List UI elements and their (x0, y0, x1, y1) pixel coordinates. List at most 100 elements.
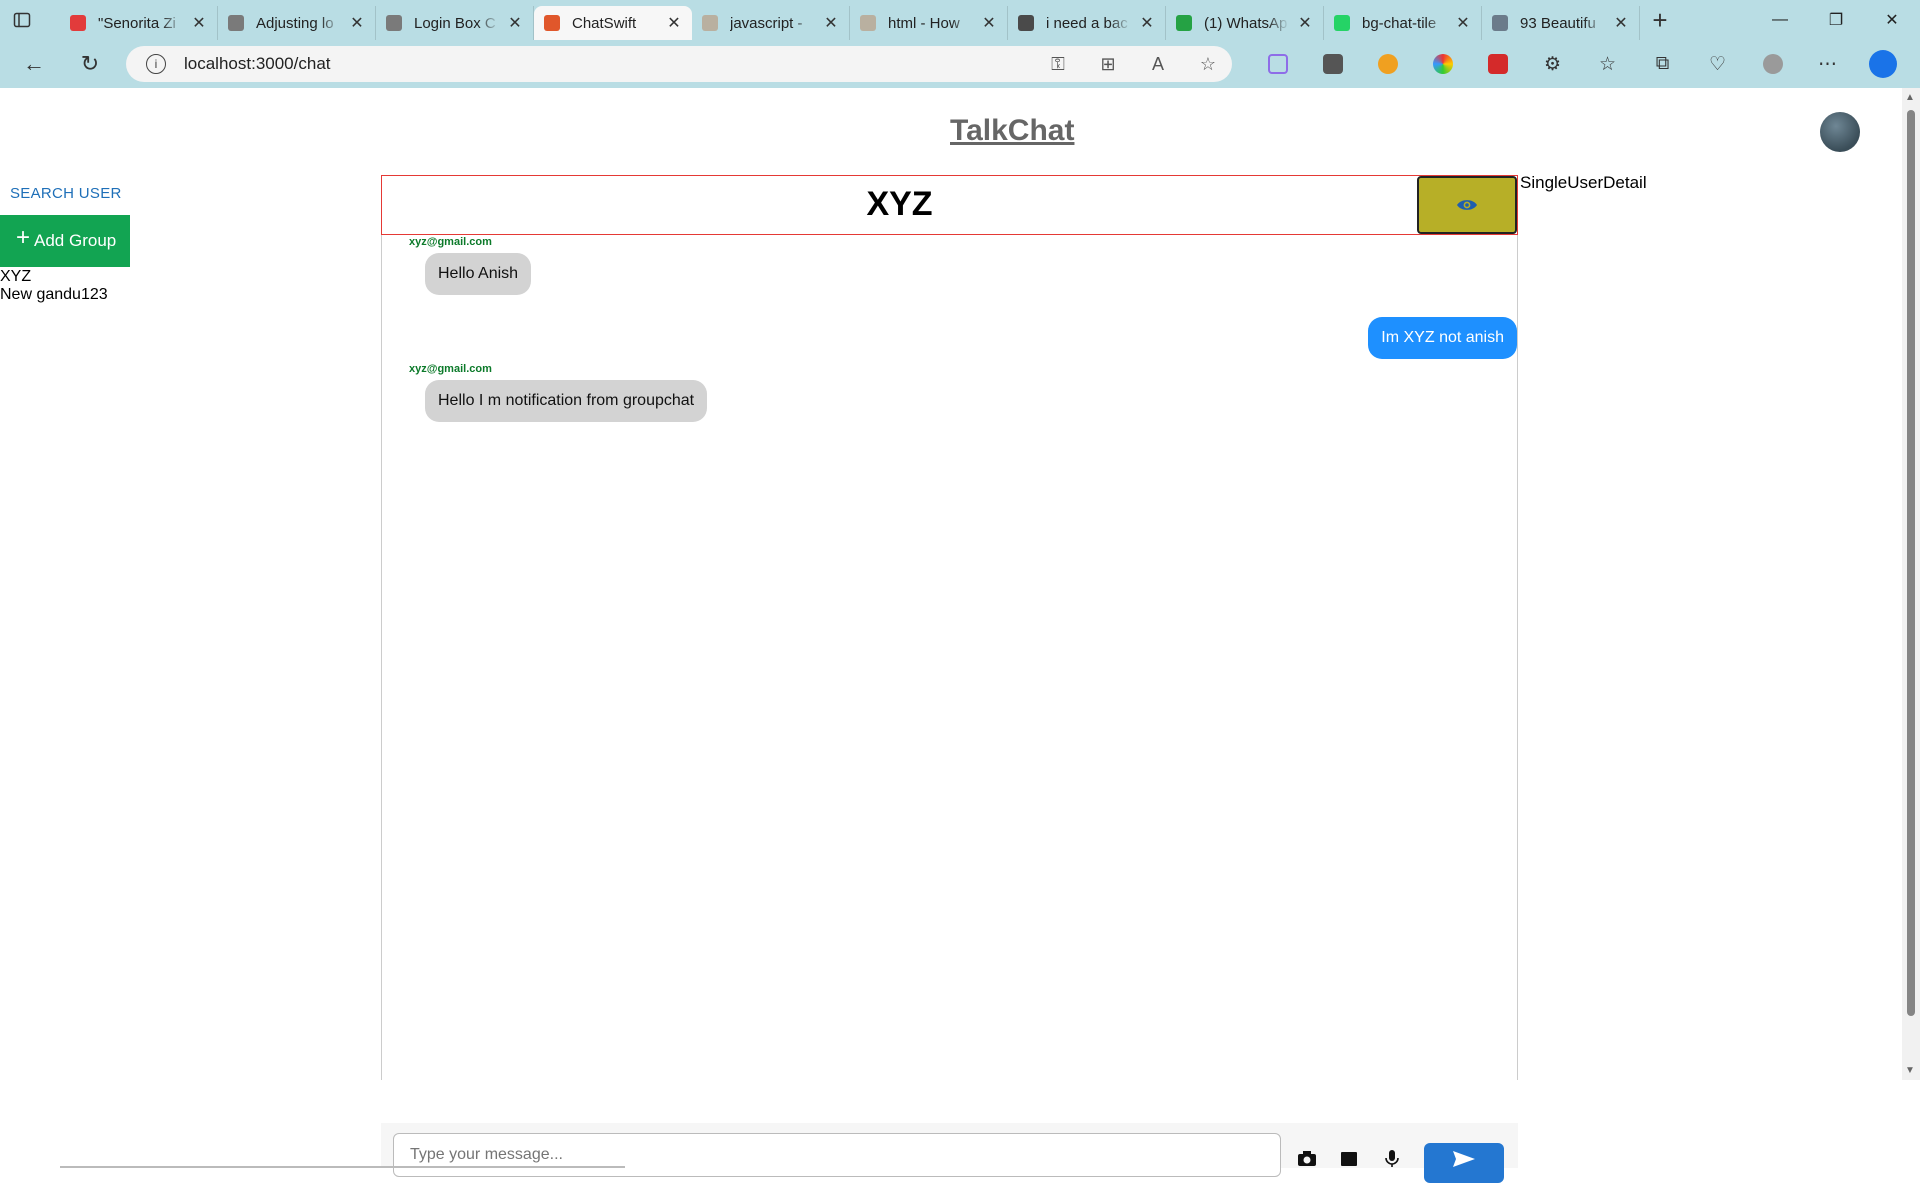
browser-tab-strip: "Senorita Zi ✕ Adjusting lo ✕ Login Box C ✕ Ch… (0, 0, 1920, 40)
extension-icon[interactable] (1360, 54, 1415, 74)
browser-tab[interactable]: Login Box C ✕ (376, 6, 534, 40)
user-avatar[interactable] (1820, 112, 1860, 152)
browser-tab[interactable]: Adjusting lo ✕ (218, 6, 376, 40)
message-sender: xyz@gmail.com (409, 363, 492, 375)
close-tab-icon[interactable]: ✕ (1139, 13, 1155, 33)
send-button[interactable] (1424, 1143, 1504, 1183)
tab-title: html - How (888, 14, 960, 32)
chat-list-item[interactable]: XYZ (0, 268, 108, 286)
close-tab-icon[interactable]: ✕ (191, 13, 207, 33)
close-tab-icon[interactable]: ✕ (349, 13, 365, 33)
site-info-icon[interactable]: i (146, 54, 166, 74)
window-controls: — ❐ ✕ (1752, 0, 1920, 40)
pdf-extension-icon[interactable] (1470, 54, 1525, 74)
chat-list-item[interactable]: New gandu123 (0, 286, 108, 304)
favorites-icon[interactable]: ☆ (1580, 53, 1635, 76)
add-group-button[interactable]: + Add Group (0, 215, 130, 267)
chat-list: XYZ New gandu123 (0, 268, 108, 304)
back-icon[interactable]: ← (12, 44, 56, 84)
tab-favicon-icon (860, 15, 876, 31)
close-window-icon[interactable]: ✕ (1864, 0, 1920, 40)
performance-icon[interactable]: ♡ (1690, 53, 1745, 76)
tab-title: i need a bac (1046, 14, 1128, 32)
page-content: TalkChat SEARCH USER + Add Group XYZ New… (0, 88, 1902, 1183)
tab-actions-button[interactable] (0, 0, 44, 40)
plus-icon: + (16, 224, 31, 251)
extension-icon[interactable] (1250, 54, 1305, 74)
scroll-up-icon[interactable]: ▲ (1905, 92, 1915, 103)
refresh-icon[interactable]: ↻ (68, 44, 112, 84)
browser-tab[interactable]: html - How ✕ (850, 6, 1008, 40)
browser-tab[interactable]: (1) WhatsAp ✕ (1166, 6, 1324, 40)
eye-icon (1457, 200, 1477, 210)
close-tab-icon[interactable]: ✕ (1455, 13, 1471, 33)
tab-title: bg-chat-tile (1362, 14, 1437, 32)
send-icon (1453, 1150, 1475, 1167)
chat-recipient-name: XYZ (866, 185, 933, 223)
tab-title: Login Box C (414, 14, 496, 32)
minimize-icon[interactable]: — (1752, 0, 1808, 40)
tab-title: (1) WhatsAp (1204, 14, 1288, 32)
copilot-icon[interactable] (1855, 50, 1910, 78)
tab-favicon-icon (544, 15, 560, 31)
profile-icon[interactable] (1745, 54, 1800, 74)
browser-tab[interactable]: ChatSwift ✕ (534, 6, 692, 40)
browser-tab[interactable]: "Senorita Zi ✕ (60, 6, 218, 40)
message-sender: xyz@gmail.com (409, 236, 492, 248)
tab-actions-icon (13, 12, 31, 28)
tab-favicon-icon (1334, 15, 1350, 31)
tab-favicon-icon (228, 15, 244, 31)
scrollbar-thumb[interactable] (1907, 110, 1915, 1016)
close-tab-icon[interactable]: ✕ (823, 13, 839, 33)
favorite-star-icon[interactable]: ☆ (1194, 54, 1222, 75)
tab-favicon-icon (702, 15, 718, 31)
view-profile-button[interactable] (1417, 176, 1517, 234)
close-tab-icon[interactable]: ✕ (981, 13, 997, 33)
microphone-icon[interactable] (1381, 1148, 1403, 1168)
read-aloud-icon[interactable]: A (1144, 54, 1172, 75)
tabs-container: "Senorita Zi ✕ Adjusting lo ✕ Login Box C ✕ Ch… (60, 0, 1640, 40)
tab-title: javascript - (730, 14, 803, 32)
add-group-label: Add Group (34, 231, 117, 250)
tab-favicon-icon (70, 15, 86, 31)
camera-icon[interactable] (1296, 1148, 1318, 1168)
message-input[interactable] (393, 1133, 1281, 1177)
chat-panel (381, 175, 1518, 1080)
extensions-area: ⚙ ☆ ⧉ ♡ ⋯ (1250, 40, 1910, 88)
app-available-icon[interactable]: ⊞ (1094, 54, 1122, 75)
outgoing-message-bubble: Im XYZ not anish (1368, 317, 1517, 359)
page-scrollbar[interactable]: ▲ ▼ (1902, 88, 1920, 1080)
extension-off-icon[interactable] (1305, 54, 1360, 74)
tab-favicon-icon (386, 15, 402, 31)
tab-title: 93 Beautifu (1520, 14, 1596, 32)
incoming-message-bubble: Hello I m notification from groupchat (425, 380, 708, 422)
more-menu-icon[interactable]: ⋯ (1800, 53, 1855, 76)
url-text[interactable]: localhost:3000/chat (184, 54, 331, 74)
browser-tab[interactable]: 93 Beautifu ✕ (1482, 6, 1640, 40)
color-picker-icon[interactable] (1415, 54, 1470, 74)
chat-header: XYZ (381, 175, 1518, 235)
incoming-message-bubble: Hello Anish (425, 253, 532, 295)
tab-favicon-icon (1018, 15, 1034, 31)
search-user-button[interactable]: SEARCH USER (10, 185, 122, 202)
key-icon[interactable]: ⚿ (1044, 54, 1072, 75)
extensions-puzzle-icon[interactable]: ⚙ (1525, 53, 1580, 76)
close-tab-icon[interactable]: ✕ (1297, 13, 1313, 33)
browser-tab[interactable]: i need a bac ✕ (1008, 6, 1166, 40)
scroll-down-icon[interactable]: ▼ (1905, 1065, 1915, 1076)
new-tab-button[interactable]: + (1640, 0, 1680, 40)
browser-tab[interactable]: javascript - ✕ (692, 6, 850, 40)
single-user-detail-label: SingleUserDetail (1520, 173, 1647, 192)
address-bar[interactable]: i localhost:3000/chat ⚿ ⊞ A ☆ (126, 46, 1232, 82)
browser-tab[interactable]: bg-chat-tile ✕ (1324, 6, 1482, 40)
close-tab-icon[interactable]: ✕ (1613, 13, 1629, 33)
tab-title: ChatSwift (572, 14, 637, 32)
close-tab-icon[interactable]: ✕ (507, 13, 523, 33)
image-icon[interactable] (1338, 1148, 1360, 1168)
close-tab-icon[interactable]: ✕ (666, 13, 682, 33)
restore-icon[interactable]: ❐ (1808, 0, 1864, 40)
browser-toolbar: ← ↻ i localhost:3000/chat ⚿ ⊞ A ☆ ⚙ ☆ ⧉ … (0, 40, 1920, 88)
collections-icon[interactable]: ⧉ (1635, 53, 1690, 75)
app-title[interactable]: TalkChat (950, 114, 1074, 148)
message-composer (381, 1123, 1518, 1183)
